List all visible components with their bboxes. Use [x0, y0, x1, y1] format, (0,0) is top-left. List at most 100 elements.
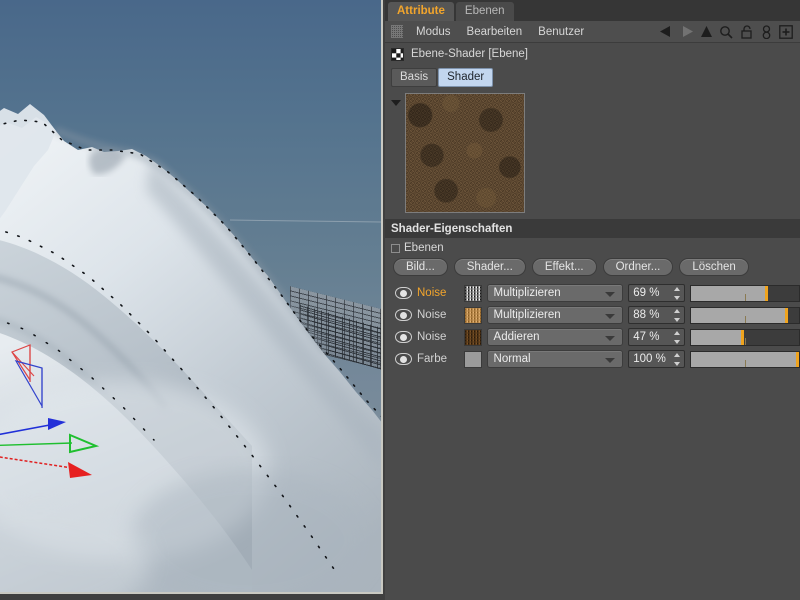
tab-shader[interactable]: Shader	[438, 68, 494, 87]
chevron-down-icon	[605, 336, 616, 341]
slider-tick	[745, 359, 747, 367]
noise-tan-thumb[interactable]	[463, 306, 482, 324]
back-arrow-icon[interactable]	[656, 21, 676, 43]
layer-name: Farbe	[417, 353, 448, 365]
table-row[interactable]: Noise Addieren 47 %	[395, 326, 800, 348]
layer-name: Noise	[417, 331, 447, 343]
axis-gizmo[interactable]	[0, 330, 180, 490]
slider-knob[interactable]	[764, 285, 768, 301]
3d-viewport[interactable]	[0, 0, 383, 594]
opacity-slider[interactable]	[690, 350, 800, 368]
eye-icon[interactable]	[395, 309, 412, 321]
layers-checkbox-row[interactable]: Ebenen	[385, 238, 800, 257]
up-arrow-icon[interactable]	[696, 21, 716, 43]
quantity-stepper[interactable]	[673, 353, 680, 366]
blend-mode-select[interactable]: Normal	[486, 350, 624, 368]
table-row[interactable]: Farbe Normal 100 %	[395, 348, 800, 370]
menu-modus[interactable]: Modus	[408, 21, 459, 43]
opacity-slider[interactable]	[690, 284, 800, 302]
menu-benutzer[interactable]: Benutzer	[530, 21, 592, 43]
opacity-value: 69 %	[633, 287, 660, 299]
object-header: Ebene-Shader [Ebene]	[385, 43, 800, 65]
gizmo-axis-x[interactable]	[0, 454, 92, 478]
add-box-icon[interactable]	[776, 21, 796, 43]
user-icon[interactable]	[756, 21, 776, 43]
eye-icon[interactable]	[395, 353, 412, 365]
slider-knob[interactable]	[740, 329, 744, 345]
opacity-field[interactable]: 88 %	[628, 306, 686, 324]
page-title: Ebene-Shader [Ebene]	[411, 48, 529, 60]
shader-preview[interactable]	[405, 93, 525, 213]
blend-mode-value: Addieren	[493, 331, 540, 343]
chevron-down-icon	[605, 358, 616, 363]
chevron-down-icon	[605, 292, 616, 297]
blend-mode-select[interactable]: Multiplizieren	[486, 306, 624, 324]
blend-mode-select[interactable]: Addieren	[486, 328, 624, 346]
section-header: Shader-Eigenschaften	[385, 219, 800, 238]
collapse-triangle-icon[interactable]	[391, 100, 401, 106]
forward-arrow-icon[interactable]	[676, 21, 696, 43]
noise-bw-thumb[interactable]	[463, 284, 482, 302]
panel-menu-bar: Modus Bearbeiten Benutzer	[385, 21, 800, 43]
checkerboard-icon	[391, 47, 404, 61]
blend-mode-value: Multiplizieren	[493, 287, 561, 299]
magnifier-icon[interactable]	[716, 21, 736, 43]
slider-fill	[691, 329, 742, 345]
section-title: Shader-Eigenschaften	[391, 222, 513, 235]
slider-tick	[745, 337, 747, 345]
layers-checkbox[interactable]	[391, 243, 400, 253]
tab-attribute[interactable]: Attribute	[388, 2, 454, 21]
opacity-field[interactable]: 69 %	[628, 284, 686, 302]
drag-grip-icon[interactable]	[391, 25, 403, 38]
terrain-object[interactable]	[0, 0, 383, 594]
light-wireframe-icon	[11, 344, 43, 409]
layer-name: Noise	[417, 287, 447, 299]
layers-checkbox-label: Ebenen	[404, 242, 444, 254]
add-image-button[interactable]: Bild...	[393, 258, 448, 276]
horizon-line	[229, 219, 381, 223]
add-effect-button[interactable]: Effekt...	[531, 258, 597, 276]
application-window: Attribute Ebenen Modus Bearbeiten Benutz…	[0, 0, 800, 600]
opacity-slider[interactable]	[690, 306, 800, 324]
table-row[interactable]: Noise Multiplizieren 88 %	[395, 304, 800, 326]
gizmo-axis-y[interactable]	[0, 433, 100, 454]
noise-brown-thumb[interactable]	[463, 328, 482, 346]
panel-tab-strip: Attribute Ebenen	[385, 0, 800, 21]
preview-row	[385, 91, 800, 213]
menu-bearbeiten[interactable]: Bearbeiten	[459, 21, 531, 43]
slider-tick	[745, 293, 747, 301]
opacity-field[interactable]: 100 %	[628, 350, 686, 368]
unlock-icon[interactable]	[736, 21, 756, 43]
color-gray-swatch[interactable]	[463, 350, 482, 368]
blend-mode-value: Multiplizieren	[493, 309, 561, 321]
slider-fill	[691, 285, 766, 301]
quantity-stepper[interactable]	[673, 287, 680, 300]
quantity-stepper[interactable]	[673, 331, 680, 344]
opacity-value: 47 %	[633, 331, 660, 343]
blend-mode-value: Normal	[493, 353, 531, 365]
layer-list: Noise Multiplizieren 69 % Noise Multipli…	[385, 282, 800, 370]
slider-knob[interactable]	[796, 351, 799, 367]
slider-fill	[691, 307, 787, 323]
gizmo-axis-z[interactable]	[0, 418, 66, 438]
layer-action-buttons: Bild... Shader... Effekt... Ordner... Lö…	[385, 257, 800, 282]
tab-ebenen[interactable]: Ebenen	[455, 2, 514, 21]
eye-icon[interactable]	[395, 331, 412, 343]
delete-button[interactable]: Löschen	[679, 258, 749, 276]
slider-tick	[745, 315, 747, 323]
add-folder-button[interactable]: Ordner...	[602, 258, 674, 276]
quantity-stepper[interactable]	[673, 309, 680, 322]
add-shader-button[interactable]: Shader...	[453, 258, 526, 276]
tab-basis[interactable]: Basis	[391, 68, 438, 87]
opacity-value: 100 %	[633, 353, 666, 365]
table-row[interactable]: Noise Multiplizieren 69 %	[395, 282, 800, 304]
blend-mode-select[interactable]: Multiplizieren	[486, 284, 624, 302]
opacity-value: 88 %	[633, 309, 660, 321]
opacity-field[interactable]: 47 %	[628, 328, 686, 346]
opacity-slider[interactable]	[690, 328, 800, 346]
object-tab-group: Basis Shader	[385, 65, 800, 91]
eye-icon[interactable]	[395, 287, 412, 299]
slider-knob[interactable]	[785, 307, 789, 323]
attribute-manager-panel: Attribute Ebenen Modus Bearbeiten Benutz…	[385, 0, 800, 600]
viewport-container	[0, 0, 385, 600]
